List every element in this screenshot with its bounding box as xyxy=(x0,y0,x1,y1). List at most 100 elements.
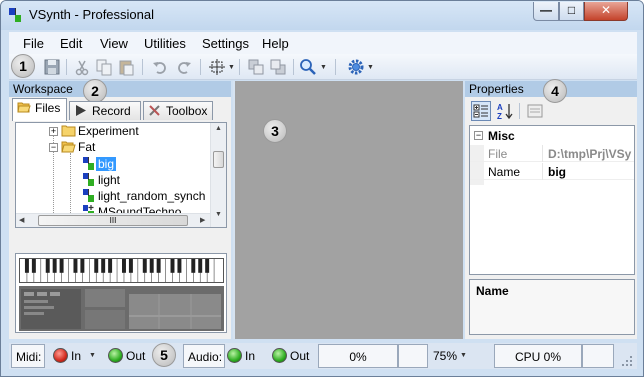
window-title: VSynth - Professional xyxy=(29,7,155,22)
zoom-level[interactable]: 75% xyxy=(433,349,457,363)
property-value[interactable]: big xyxy=(548,165,566,179)
file-tree[interactable]: + Experiment − Fat big light light_rando… xyxy=(15,122,227,228)
tab-record[interactable]: Record xyxy=(69,101,141,120)
tree-item-fat[interactable]: Fat xyxy=(61,140,97,156)
tree-vertical-scrollbar[interactable]: ▲ ▼ xyxy=(210,123,226,227)
menu-settings[interactable]: Settings xyxy=(202,36,249,51)
zoom-icon[interactable] xyxy=(299,58,317,76)
settings-gear-icon[interactable] xyxy=(347,58,365,76)
send-back-icon[interactable] xyxy=(269,58,287,76)
layout-icon[interactable] xyxy=(208,58,226,76)
tab-files[interactable]: Files xyxy=(12,98,67,121)
workspace-panel: Workspace 2 Files Record Toolbox + Exper… xyxy=(9,79,231,339)
tab-toolbox[interactable]: Toolbox xyxy=(143,101,213,120)
tree-item-light[interactable]: light xyxy=(82,172,122,188)
maximize-button[interactable]: □ xyxy=(559,2,584,21)
status-cell-empty xyxy=(398,344,428,368)
tree-item-label: light xyxy=(98,173,121,187)
menu-help[interactable]: Help xyxy=(262,36,289,51)
tools-icon xyxy=(149,105,160,116)
redo-icon[interactable] xyxy=(175,58,193,76)
scroll-up-icon[interactable]: ▲ xyxy=(215,125,222,132)
toolbar: 1 ▼ ▼ ▼ xyxy=(9,54,637,80)
property-pages-icon[interactable] xyxy=(525,101,545,121)
tree-expander[interactable]: − xyxy=(49,143,58,152)
progress-box: 0% xyxy=(318,344,398,368)
tree-item-big[interactable]: big xyxy=(82,156,118,172)
menu-utilities[interactable]: Utilities xyxy=(144,36,186,51)
synth-preview xyxy=(15,253,227,333)
copy-icon[interactable] xyxy=(95,58,113,76)
tree-expander[interactable]: + xyxy=(49,127,58,136)
menu-bar: File Edit View Utilities Settings Help xyxy=(9,32,637,54)
scroll-thumb[interactable]: III xyxy=(38,215,188,226)
progress-value: 0% xyxy=(349,350,367,364)
properties-panel: Properties 4 A Z − Misc File D:\tmp\Prj\… xyxy=(465,79,637,339)
workspace-header: Workspace xyxy=(9,81,231,97)
save-icon[interactable] xyxy=(43,58,61,76)
toolbar-separator xyxy=(335,59,336,75)
column-divider xyxy=(542,145,543,162)
zoom-level-dropdown-icon[interactable]: ▼ xyxy=(460,352,467,359)
zoom-dropdown-icon[interactable]: ▼ xyxy=(320,64,327,71)
menu-view[interactable]: View xyxy=(100,36,128,51)
tab-toolbox-label: Toolbox xyxy=(166,104,208,118)
synth-screen-thumbnail xyxy=(19,286,224,331)
svg-text:A: A xyxy=(497,103,503,112)
property-row-file[interactable]: File D:\tmp\Prj\VSy xyxy=(470,145,634,162)
property-value: D:\tmp\Prj\VSy xyxy=(548,147,632,161)
menu-edit[interactable]: Edit xyxy=(60,36,82,51)
tree-horizontal-scrollbar[interactable]: ◀ III ▶ xyxy=(16,213,210,227)
midi-in-led xyxy=(53,348,68,363)
properties-toolbar: A Z xyxy=(467,99,635,123)
paste-icon[interactable] xyxy=(117,58,135,76)
synth-canvas-area[interactable]: 3 xyxy=(233,81,463,339)
svg-text:Z: Z xyxy=(497,112,502,121)
minimize-button[interactable]: — xyxy=(533,2,559,21)
app-window: VSynth - Professional — □ ✕ File Edit Vi… xyxy=(0,0,644,377)
synth-file-icon xyxy=(83,189,94,202)
property-name: File xyxy=(488,147,508,161)
midi-in-dropdown-icon[interactable]: ▼ xyxy=(89,352,96,359)
scroll-left-icon[interactable]: ◀ xyxy=(19,216,24,224)
tree-line xyxy=(70,153,71,213)
toolbar-separator xyxy=(239,59,240,75)
toolbar-separator xyxy=(66,59,67,75)
categorized-view-icon[interactable] xyxy=(471,101,491,121)
tree-item-light-random-synch[interactable]: light_random_synch xyxy=(82,188,207,204)
tree-item-experiment[interactable]: Experiment xyxy=(61,124,141,140)
midi-label-box: Midi: xyxy=(11,344,45,368)
bring-front-icon[interactable] xyxy=(247,58,265,76)
close-button[interactable]: ✕ xyxy=(584,2,628,21)
scroll-down-icon[interactable]: ▼ xyxy=(215,211,222,218)
category-expander[interactable]: − xyxy=(474,131,483,140)
settings-dropdown-icon[interactable]: ▼ xyxy=(367,64,374,71)
tree-item-label: big xyxy=(94,156,118,172)
column-divider xyxy=(542,163,543,180)
cut-icon[interactable] xyxy=(73,58,91,76)
synth-file-icon xyxy=(83,157,94,170)
close-icon: ✕ xyxy=(600,3,612,17)
scroll-thumb[interactable] xyxy=(213,151,224,168)
property-name: Name xyxy=(488,165,521,179)
audio-label-box: Audio: xyxy=(183,344,225,368)
cpu-box: CPU 0% xyxy=(494,344,582,368)
property-category-misc[interactable]: − Misc xyxy=(470,128,634,145)
alphabetical-sort-icon[interactable]: A Z xyxy=(495,101,515,121)
property-row-name[interactable]: Name big xyxy=(470,163,634,180)
tree-item-label: Experiment xyxy=(78,124,139,138)
toolbar-separator xyxy=(293,59,294,75)
app-icon xyxy=(9,8,21,22)
callout-3: 3 xyxy=(263,119,287,143)
scroll-right-icon[interactable]: ▶ xyxy=(200,216,205,224)
tab-record-label: Record xyxy=(92,104,131,118)
audio-out-label: Out xyxy=(290,349,310,363)
layout-dropdown-icon[interactable]: ▼ xyxy=(228,64,235,71)
folder-open-icon xyxy=(61,141,76,153)
undo-icon[interactable] xyxy=(151,58,169,76)
audio-label: Audio: xyxy=(188,350,223,364)
menu-file[interactable]: File xyxy=(23,36,44,51)
resize-grip-icon[interactable] xyxy=(621,355,633,367)
midi-label: Midi: xyxy=(16,350,42,364)
synth-file-icon xyxy=(83,173,94,186)
